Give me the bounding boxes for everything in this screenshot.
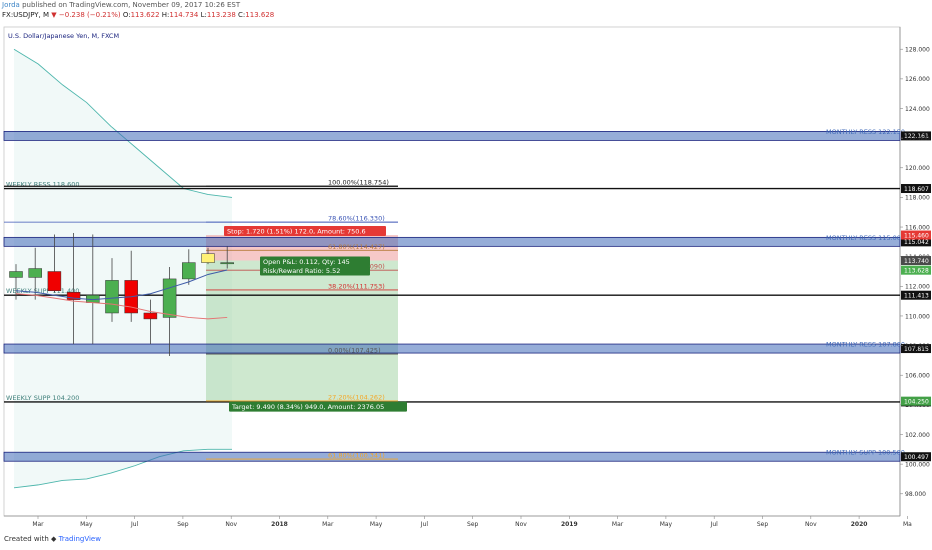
y-tick-label-13: 124.000 [905,106,930,113]
y-tick-label-2: 102.000 [905,432,930,439]
rr-label: Risk/Reward Ratio: 5.52 [263,267,340,275]
y-tick-label-15: 128.000 [905,47,930,54]
fib-label-5: 0.00%(107.425) [328,347,381,355]
x-tick-label-3: Sep [177,521,189,528]
candle-body-0 [9,271,23,278]
level-label-2: MONTHLY RESS 115.000 [826,234,905,242]
level-label-6: MONTHLY SUPP 100.500 [826,449,905,457]
x-tick-label-17: 2020 [851,521,868,528]
candle-body-8 [162,278,177,318]
level-zone-0 [3,131,901,141]
y-tick-label-12: 122.000 [905,135,930,142]
y-tick-label-10: 118.000 [905,195,930,202]
fib-label-0: 100.00%(118.754) [328,179,389,187]
y-tick-label-4: 106.000 [905,373,930,380]
y-tick-label-0: 98.000 [905,491,926,498]
level-label-5: WEEKLY SUPP 104.200 [6,394,79,402]
x-tick-label-11: 2019 [561,521,578,528]
x-tick-label-10: Nov [515,521,527,528]
x-tick-label-7: May [370,521,383,528]
level-zone-6 [3,451,901,462]
candle-body-11 [220,262,234,265]
level-label-4: MONTHLY RESS 107.800 [826,341,905,349]
y-tick-label-7: 112.000 [905,284,930,291]
x-tick-label-1: May [80,521,93,528]
candle-body-10 [201,253,215,263]
pnl-label: Open P&L: 0.112, Qty: 145 [263,258,350,266]
x-tick-label-9: Sep [467,521,479,528]
created-with-text: Created with [4,535,49,543]
y-tick-label-14: 126.000 [905,76,930,83]
x-tick-label-14: Jul [710,521,719,528]
x-tick-label-15: Sep [757,521,769,528]
level-axis-value-1: 118.607 [904,186,929,193]
y-tick-label-5: 108.000 [905,343,930,350]
fib-label-6: 27.20%(104.262) [328,393,385,401]
candle-body-5 [105,280,119,314]
y-tick-label-1: 100.000 [905,461,930,468]
x-tick-label-5: 2018 [271,521,288,528]
y-tick-label-11: 120.000 [905,165,930,172]
footer: Created with ◆ TradingView [4,535,101,543]
x-tick-label-8: Jul [420,521,429,528]
axis-target-tag: 104.250 [904,398,929,405]
x-tick-label-13: May [660,521,673,528]
axis-last-price: 113.628 [904,267,929,274]
level-axis-value-3: 111.413 [904,293,929,300]
axis-stop-tag: 115.460 [904,232,929,239]
candle-body-7 [143,312,158,320]
x-tick-label-12: Mar [612,521,624,528]
chart-title: U.S. Dollar/Japanese Yen, M, FXCM [8,32,119,40]
level-axis-value-2: 115.042 [904,239,929,246]
fib-label-7: 61.80%(100.341) [328,452,385,460]
x-tick-label-6: Mar [322,521,334,528]
y-tick-label-9: 116.000 [905,224,930,231]
fib-label-1: 78.60%(116.330) [328,215,385,223]
tradingview-brand[interactable]: TradingView [59,535,101,543]
level-axis-value-6: 100.497 [904,454,929,461]
fib-label-2: 61.80%(114.427) [328,243,385,251]
y-tick-label-6: 110.000 [905,313,930,320]
level-zone-2 [3,236,901,247]
level-label-0: MONTHLY RESS 122.150 [826,128,905,136]
target-label: Target: 9.490 (8.34%) 949.0, Amount: 237… [231,403,384,411]
x-tick-label-0: Mar [32,521,44,528]
level-label-1: WEEKLY RESS 118.600 [6,181,80,189]
stop-label: Stop: 1.720 (1.51%) 172.0, Amount: 750.6 [227,227,366,235]
candle-body-2 [47,271,62,292]
tradingview-logo-icon: ◆ [51,535,57,543]
candle-body-9 [182,262,196,280]
x-tick-label-16: Nov [805,521,817,528]
x-tick-label-2: Jul [130,521,139,528]
axis-entry-tag: 113.740 [904,258,929,265]
level-zone-4 [3,343,901,354]
candle-body-1 [28,268,42,278]
x-tick-label-18: Ma [903,521,912,528]
fib-label-4: 38.20%(111.753) [328,282,385,290]
price-chart[interactable]: U.S. Dollar/Japanese Yen, M, FXCM MONTHLY… [0,0,932,550]
x-tick-label-4: Nov [225,521,237,528]
